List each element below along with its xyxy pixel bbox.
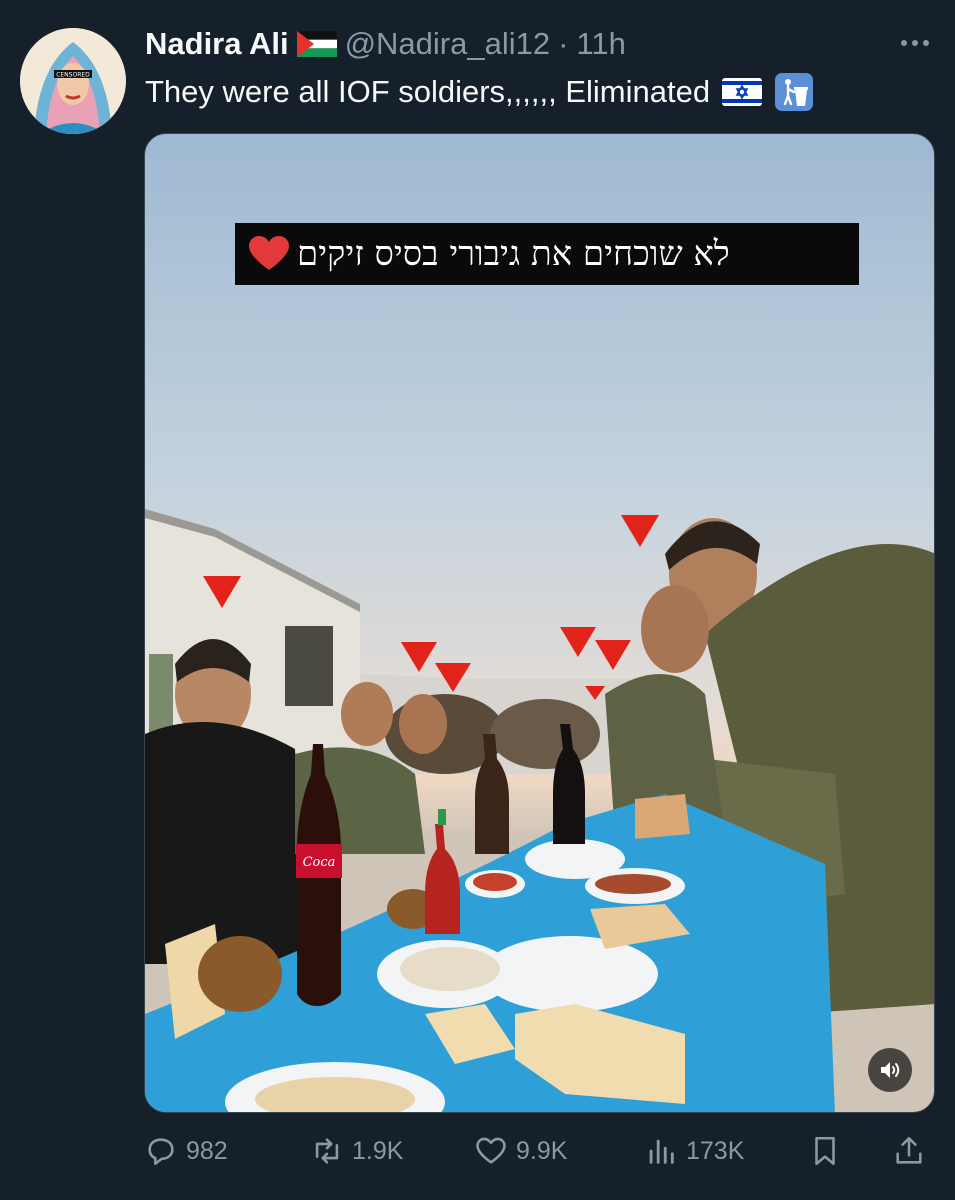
speaker-icon (881, 1062, 900, 1078)
caption-text: לא שוכחים את גיבורי בסיס זיקים (297, 234, 730, 274)
views-chart-icon (649, 1139, 674, 1164)
palestine-flag-icon (296, 31, 337, 57)
tweet-header: Nadira Ali @Nadira_ali12 · 11h (145, 24, 626, 64)
tweet-body: They were all IOF soldiers,,,,,, Elimina… (145, 74, 711, 109)
avatar-image: CENSORED (20, 28, 126, 134)
separator-dot: · (558, 26, 569, 61)
heart-outline-icon (476, 1137, 506, 1164)
retweet-icon (315, 1138, 339, 1164)
views-button[interactable]: 173K (644, 1128, 744, 1174)
mute-button[interactable] (868, 1048, 912, 1092)
avatar[interactable]: CENSORED (20, 28, 126, 134)
reply-count: 982 (186, 1136, 228, 1165)
red-heart-icon (249, 236, 289, 270)
like-count: 9.9K (516, 1136, 568, 1165)
share-icon (896, 1136, 922, 1164)
tweet: CENSORED Nadira Ali @Nadira_ali12 · 11h … (0, 0, 955, 1200)
retweet-count: 1.9K (352, 1136, 404, 1165)
share-button[interactable] (892, 1128, 926, 1174)
tweet-text: They were all IOF soldiers,,,,,, Elimina… (145, 72, 814, 112)
more-dots-icon[interactable] (897, 28, 933, 58)
media-caption: לא שוכחים את גיבורי בסיס זיקים (235, 223, 859, 285)
retweet-button[interactable]: 1.9K (310, 1128, 403, 1174)
bookmark-icon (815, 1136, 835, 1166)
views-count: 173K (686, 1136, 745, 1165)
litter-in-bin-icon (775, 73, 814, 111)
avatar-censored-label: CENSORED (56, 72, 90, 79)
bookmark-button[interactable] (808, 1128, 842, 1174)
media-image[interactable]: Coca לא שוכחים את גיבורי בסיס זיקים (144, 133, 935, 1113)
like-button[interactable]: 9.9K (474, 1128, 567, 1174)
reply-icon (148, 1138, 174, 1166)
action-bar: 982 1.9K 9.9K 173K (144, 1128, 934, 1174)
reply-button[interactable]: 982 (144, 1128, 228, 1174)
timestamp[interactable]: 11h (576, 26, 625, 62)
israel-flag-icon (722, 78, 763, 106)
bottle-label: Coca (303, 855, 336, 870)
display-name[interactable]: Nadira Ali (145, 26, 289, 62)
handle[interactable]: @Nadira_ali12 (345, 26, 551, 62)
